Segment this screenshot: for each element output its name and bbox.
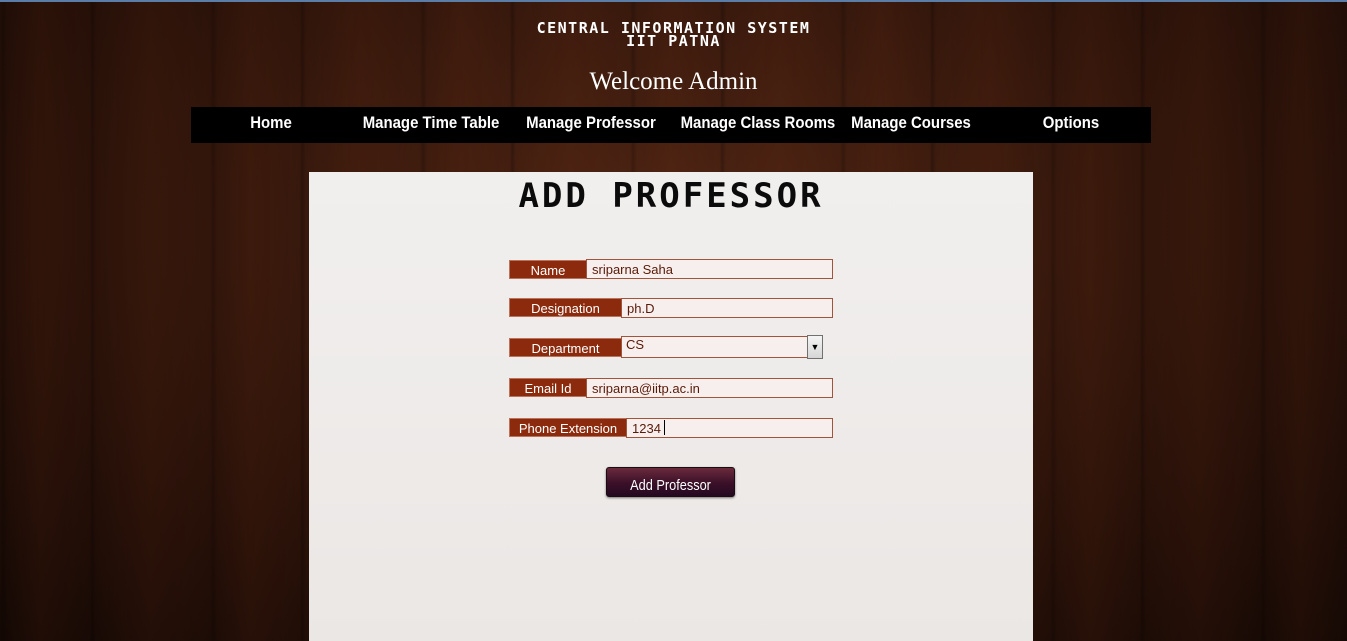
page-title: ADD PROFESSOR bbox=[518, 176, 824, 216]
phone-extension-label: Phone Extension bbox=[509, 418, 627, 437]
nav-options[interactable]: Options bbox=[1001, 107, 1142, 143]
nav-manage-professor[interactable]: Manage Professor bbox=[521, 107, 662, 143]
department-select[interactable]: CS ▼ bbox=[621, 335, 823, 359]
main-nav: Home Manage Time Table Manage Professor … bbox=[191, 107, 1151, 143]
add-professor-button-label: Add Professor bbox=[630, 477, 711, 494]
name-input[interactable] bbox=[586, 259, 833, 279]
designation-input[interactable] bbox=[621, 298, 833, 318]
designation-label: Designation bbox=[509, 298, 622, 317]
phone-extension-input[interactable] bbox=[626, 418, 833, 438]
name-label: Name bbox=[509, 260, 587, 279]
email-input[interactable] bbox=[586, 378, 833, 398]
email-label: Email Id bbox=[509, 378, 587, 397]
site-title: CENTRAL INFORMATION SYSTEM IIT PATNA bbox=[0, 21, 1347, 50]
nav-manage-time-table[interactable]: Manage Time Table bbox=[361, 107, 502, 143]
nav-manage-class-rooms[interactable]: Manage Class Rooms bbox=[681, 107, 836, 143]
department-selected-value: CS bbox=[626, 337, 645, 352]
site-title-line2: IIT PATNA bbox=[626, 32, 721, 50]
add-professor-button[interactable]: Add Professor bbox=[606, 467, 735, 497]
dropdown-arrow-icon[interactable]: ▼ bbox=[807, 335, 823, 359]
nav-home[interactable]: Home bbox=[201, 107, 342, 143]
nav-manage-courses[interactable]: Manage Courses bbox=[841, 107, 982, 143]
welcome-message: Welcome Admin bbox=[589, 68, 758, 95]
department-label: Department bbox=[509, 338, 622, 357]
add-professor-panel: ADD PROFESSOR bbox=[309, 172, 1033, 641]
text-cursor bbox=[664, 420, 665, 435]
